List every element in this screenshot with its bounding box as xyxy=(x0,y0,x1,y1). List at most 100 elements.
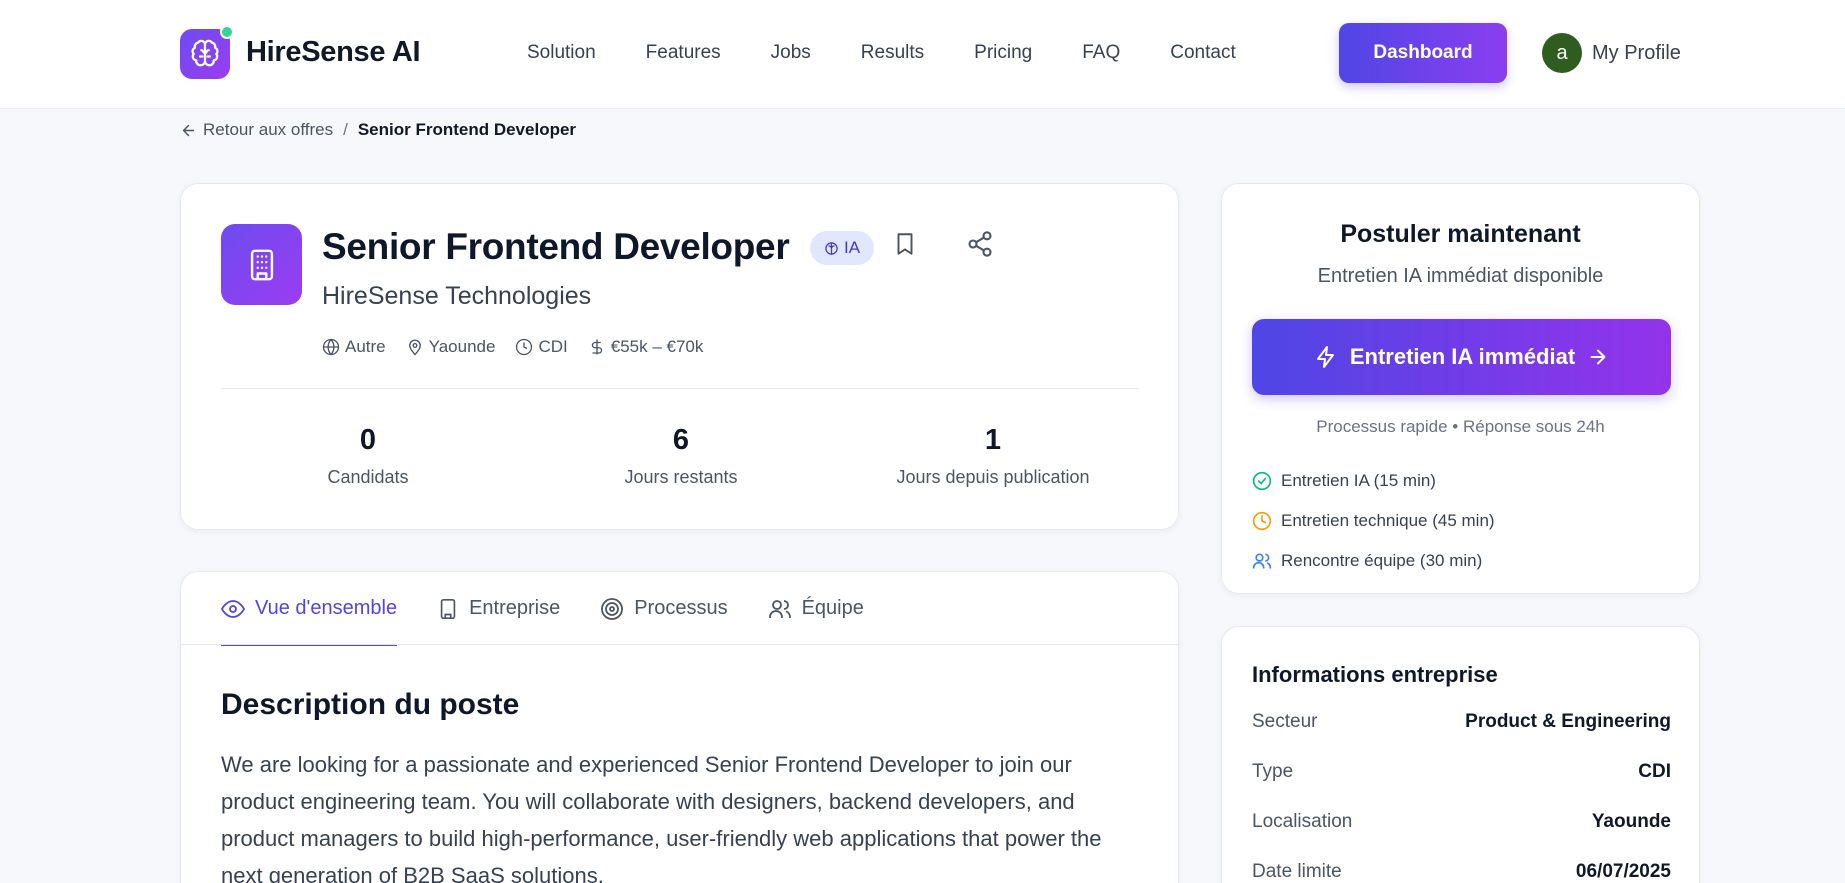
arrow-right-icon xyxy=(1587,346,1609,368)
ai-interview-button[interactable]: Entretien IA immédiat xyxy=(1252,319,1671,395)
nav-solution[interactable]: Solution xyxy=(527,42,596,64)
stat-value: 1 xyxy=(984,424,1002,456)
stat-days-since-posting: 1 Jours depuis publication xyxy=(843,424,1143,488)
apply-title: Postuler maintenant xyxy=(1340,220,1581,248)
avatar[interactable]: a xyxy=(1542,33,1582,73)
top-header: HireSense AI Solution Features Jobs Resu… xyxy=(0,0,1845,109)
main-nav: Solution Features Jobs Results Pricing F… xyxy=(527,42,1236,64)
company-name[interactable]: HireSense Technologies xyxy=(322,282,591,311)
nav-jobs[interactable]: Jobs xyxy=(771,42,811,64)
eye-icon xyxy=(221,597,245,621)
apply-subtitle: Entretien IA immédiat disponible xyxy=(1317,265,1604,287)
step-ai-interview: Entretien IA (15 min) xyxy=(1252,461,1495,501)
info-value: CDI xyxy=(1638,761,1671,782)
step-label: Rencontre équipe (30 min) xyxy=(1281,551,1483,570)
step-team-meeting: Rencontre équipe (30 min) xyxy=(1252,541,1495,581)
map-pin-icon xyxy=(406,338,424,356)
tab-bar: Vue d'ensemble Entreprise Processus Équi… xyxy=(221,572,904,646)
back-to-offers-link[interactable]: Retour aux offres xyxy=(203,120,333,140)
stat-candidates: 0 Candidats xyxy=(218,424,518,488)
info-key: Date limite xyxy=(1252,861,1342,882)
users-icon xyxy=(768,597,792,621)
info-row-sector: Secteur Product & Engineering xyxy=(1252,711,1671,761)
meta-sector: Autre xyxy=(322,337,386,357)
bookmark-icon[interactable] xyxy=(887,226,923,262)
info-key: Type xyxy=(1252,761,1294,782)
share-icon[interactable] xyxy=(962,226,998,262)
nav-features[interactable]: Features xyxy=(646,42,721,64)
job-summary-card: Senior Frontend Developer IA HireSense T… xyxy=(180,183,1179,530)
online-dot xyxy=(220,25,234,39)
tab-divider xyxy=(181,644,1178,645)
stat-label: Jours restants xyxy=(624,467,738,487)
breadcrumb-current: Senior Frontend Developer xyxy=(357,120,577,139)
company-info-title: Informations entreprise xyxy=(1252,662,1498,687)
tab-label: Processus xyxy=(634,597,728,619)
stat-days-remaining: 6 Jours restants xyxy=(531,424,831,488)
step-technical-interview: Entretien technique (45 min) xyxy=(1252,501,1495,541)
tab-label: Entreprise xyxy=(469,597,561,619)
job-meta: Autre Yaounde CDI €55k – €70k xyxy=(322,337,723,357)
tab-company[interactable]: Entreprise xyxy=(437,572,560,645)
step-label: Entretien IA (15 min) xyxy=(1281,471,1436,490)
apply-note: Processus rapide • Réponse sous 24h xyxy=(1316,417,1605,436)
info-row-deadline: Date limite 06/07/2025 xyxy=(1252,861,1671,883)
tab-label: Vue d'ensemble xyxy=(255,597,398,619)
meta-salary-label: €55k – €70k xyxy=(610,337,704,356)
step-label: Entretien technique (45 min) xyxy=(1281,511,1495,530)
job-title: Senior Frontend Developer xyxy=(322,226,790,267)
globe-icon xyxy=(322,338,340,356)
tab-process[interactable]: Processus xyxy=(600,572,728,645)
clock-icon xyxy=(515,338,533,356)
building-icon xyxy=(221,224,302,305)
breadcrumb-separator: / xyxy=(343,120,348,139)
company-info-rows: Secteur Product & Engineering Type CDI L… xyxy=(1252,711,1671,883)
meta-contract-label: CDI xyxy=(538,337,568,356)
apply-card: Postuler maintenant Entretien IA immédia… xyxy=(1221,183,1700,594)
lightning-icon xyxy=(1314,345,1338,369)
meta-contract: CDI xyxy=(515,337,568,357)
info-key: Localisation xyxy=(1252,811,1353,832)
nav-contact[interactable]: Contact xyxy=(1170,42,1235,64)
check-circle-icon xyxy=(1252,471,1272,491)
ia-badge-label: IA xyxy=(844,238,861,257)
info-value: 06/07/2025 xyxy=(1575,861,1671,882)
stat-label: Jours depuis publication xyxy=(896,467,1090,487)
clock-icon xyxy=(1252,511,1272,531)
arrow-left-icon[interactable] xyxy=(180,122,197,139)
stat-value: 6 xyxy=(672,424,690,456)
job-details-card: Vue d'ensemble Entreprise Processus Équi… xyxy=(180,571,1179,883)
brain-icon xyxy=(824,241,839,256)
tab-overview[interactable]: Vue d'ensemble xyxy=(221,572,398,646)
brand-name[interactable]: HireSense AI xyxy=(246,36,421,69)
stat-label: Candidats xyxy=(327,467,409,487)
ai-interview-button-label: Entretien IA immédiat xyxy=(1349,344,1576,369)
divider xyxy=(221,388,1139,389)
users-icon xyxy=(1252,551,1272,571)
info-key: Secteur xyxy=(1252,711,1318,732)
ia-badge: IA xyxy=(810,231,875,265)
info-value: Product & Engineering xyxy=(1465,711,1671,732)
tab-label: Équipe xyxy=(801,597,864,619)
info-row-location: Localisation Yaounde xyxy=(1252,811,1671,861)
info-row-type: Type CDI xyxy=(1252,761,1671,811)
description-text: We are looking for a passionate and expe… xyxy=(221,752,1102,883)
nav-results[interactable]: Results xyxy=(861,42,924,64)
meta-location: Yaounde xyxy=(406,337,496,357)
info-value: Yaounde xyxy=(1591,811,1671,832)
brain-logo-icon[interactable] xyxy=(180,25,234,79)
description-title: Description du poste xyxy=(221,688,520,721)
tab-team[interactable]: Équipe xyxy=(768,572,864,645)
meta-location-label: Yaounde xyxy=(428,337,496,356)
company-info-card: Informations entreprise Secteur Product … xyxy=(1221,626,1700,883)
target-icon xyxy=(600,597,624,621)
meta-sector-label: Autre xyxy=(345,337,386,356)
my-profile-link[interactable]: My Profile xyxy=(1592,42,1681,65)
dollar-icon xyxy=(588,338,606,356)
stat-value: 0 xyxy=(359,424,377,456)
breadcrumb: Retour aux offres / Senior Frontend Deve… xyxy=(180,120,576,140)
dashboard-button[interactable]: Dashboard xyxy=(1339,23,1507,83)
nav-faq[interactable]: FAQ xyxy=(1082,42,1120,64)
nav-pricing[interactable]: Pricing xyxy=(974,42,1032,64)
interview-steps: Entretien IA (15 min) Entretien techniqu… xyxy=(1252,461,1495,581)
